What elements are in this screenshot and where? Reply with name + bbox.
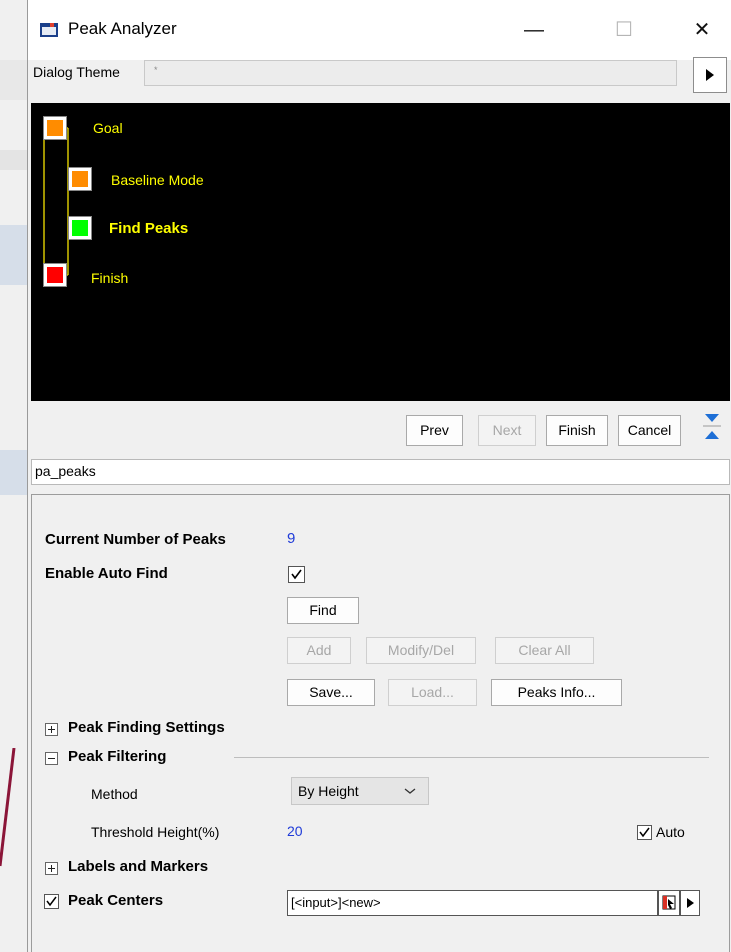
next-button[interactable]: Next <box>478 415 536 446</box>
flow-node-finish[interactable] <box>43 263 67 287</box>
select-range-button[interactable] <box>658 890 680 916</box>
section-divider <box>234 757 709 758</box>
flow-label-finish[interactable]: Finish <box>91 270 128 286</box>
expand-peak-finding-settings-icon[interactable] <box>45 723 58 736</box>
maximize-button[interactable]: ☐ <box>602 12 646 48</box>
modify-del-button[interactable]: Modify/Del <box>366 637 476 664</box>
dialog-theme-label: Dialog Theme <box>33 64 120 80</box>
labels-markers-header[interactable]: Labels and Markers <box>68 858 208 875</box>
method-dropdown[interactable]: By Height <box>291 777 429 805</box>
settings-panel: Current Number of Peaks 9 Enable Auto Fi… <box>31 494 730 952</box>
dialog-theme-menu-button[interactable] <box>693 57 727 93</box>
window-title: Peak Analyzer <box>68 19 177 38</box>
peak-finding-settings-header[interactable]: Peak Finding Settings <box>68 719 225 736</box>
method-label: Method <box>91 786 138 802</box>
auto-checkbox[interactable] <box>637 825 652 840</box>
load-button[interactable]: Load... <box>388 679 477 706</box>
dialog-theme-field[interactable]: * <box>144 60 677 86</box>
expand-labels-markers-icon[interactable] <box>45 862 58 875</box>
flow-node-goal[interactable] <box>43 116 67 140</box>
peak-centers-input[interactable]: [<input>]<new> <box>287 890 658 916</box>
page-name-field[interactable]: pa_peaks <box>31 459 730 485</box>
threshold-height-value[interactable]: 20 <box>287 823 303 839</box>
enable-auto-find-checkbox[interactable] <box>288 566 305 583</box>
title-bar[interactable]: Peak Analyzer — ☐ ✕ <box>28 0 731 60</box>
clear-all-button[interactable]: Clear All <box>495 637 594 664</box>
flow-node-baseline-mode[interactable] <box>68 167 92 191</box>
wizard-flow-panel: Goal Baseline Mode Find Peaks Finish <box>31 103 730 401</box>
flow-label-baseline-mode[interactable]: Baseline Mode <box>111 172 204 188</box>
find-button[interactable]: Find <box>287 597 359 624</box>
peaks-info-button[interactable]: Peaks Info... <box>491 679 622 706</box>
current-peaks-label: Current Number of Peaks <box>45 531 226 548</box>
auto-label: Auto <box>656 824 685 840</box>
flow-node-find-peaks[interactable] <box>68 216 92 240</box>
flow-label-goal[interactable]: Goal <box>93 120 123 136</box>
enable-auto-find-label: Enable Auto Find <box>45 565 168 582</box>
peak-centers-menu-button[interactable] <box>680 890 700 916</box>
flow-label-find-peaks[interactable]: Find Peaks <box>109 220 188 237</box>
threshold-height-label: Threshold Height(%) <box>91 824 220 840</box>
checkmark-icon <box>639 827 650 838</box>
method-value: By Height <box>298 783 359 799</box>
peak-centers-checkbox[interactable] <box>44 894 59 909</box>
peak-centers-label: Peak Centers <box>68 892 164 909</box>
checkmark-icon <box>291 569 302 580</box>
play-arrow-icon <box>706 69 714 81</box>
prev-button[interactable]: Prev <box>406 415 463 446</box>
minimize-button[interactable]: — <box>512 12 556 48</box>
play-arrow-icon <box>687 898 694 908</box>
collapse-expand-arrows[interactable] <box>697 411 727 441</box>
add-button[interactable]: Add <box>287 637 351 664</box>
peak-analyzer-window: Peak Analyzer — ☐ ✕ Dialog Theme * Goal … <box>27 0 731 952</box>
app-window-icon <box>40 23 58 37</box>
finish-button[interactable]: Finish <box>546 415 608 446</box>
close-button[interactable]: ✕ <box>680 12 724 48</box>
checkmark-icon <box>46 896 57 907</box>
chevron-down-icon <box>404 788 416 794</box>
select-range-icon <box>662 895 676 910</box>
current-peaks-value: 9 <box>287 530 296 547</box>
save-button[interactable]: Save... <box>287 679 375 706</box>
cancel-button[interactable]: Cancel <box>618 415 681 446</box>
peak-filtering-header[interactable]: Peak Filtering <box>68 748 166 765</box>
collapse-peak-filtering-icon[interactable] <box>45 752 58 765</box>
